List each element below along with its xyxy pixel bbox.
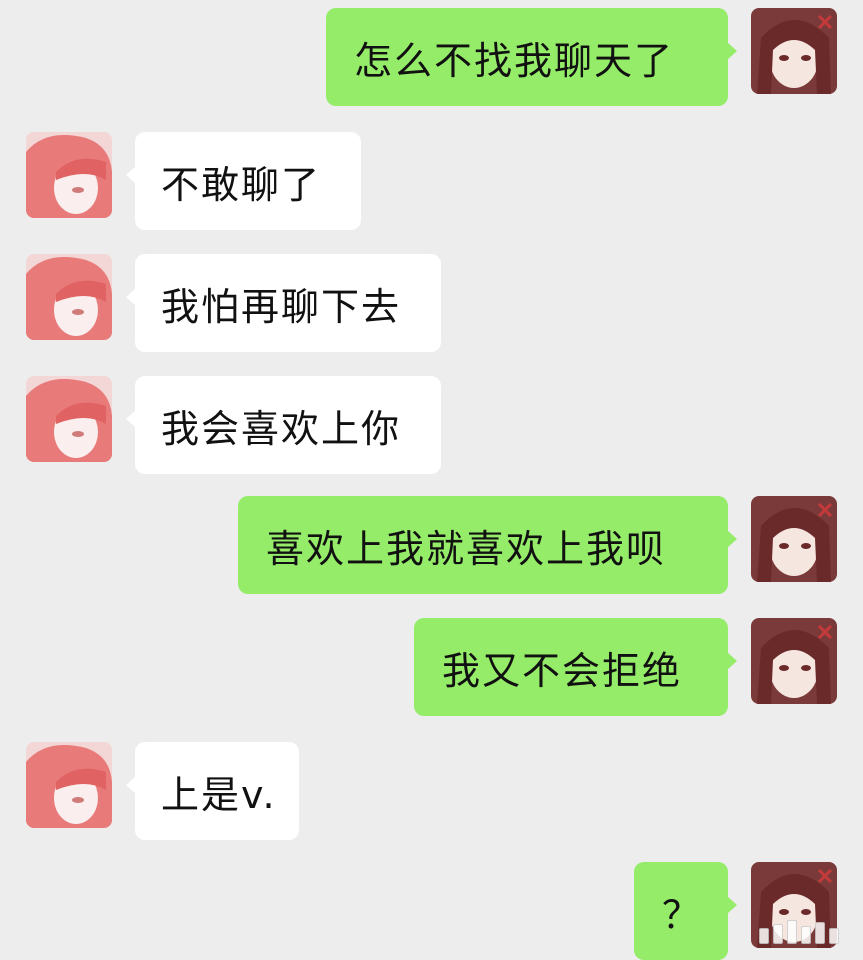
message-text: 我会喜欢上你: [161, 406, 402, 451]
message-text: 喜欢上我就喜欢上我呗: [266, 526, 667, 571]
other-avatar-icon[interactable]: [26, 376, 112, 462]
message-bubble-self[interactable]: 我又不会拒绝: [414, 618, 737, 716]
message-text: 怎么不找我聊天了: [354, 38, 675, 83]
message-bubble-other[interactable]: 我会喜欢上你: [126, 376, 441, 474]
message-bubble-self[interactable]: 怎么不找我聊天了: [326, 8, 737, 106]
watermark-icon: [759, 920, 839, 944]
self-avatar-icon[interactable]: [751, 496, 837, 582]
message-bubble-other[interactable]: 上是v.: [126, 742, 299, 840]
message-text: 我怕再聊下去: [161, 284, 402, 329]
self-avatar-icon[interactable]: [751, 618, 837, 704]
message-bubble-other[interactable]: 我怕再聊下去: [126, 254, 441, 352]
message-bubble-self[interactable]: ？: [634, 862, 737, 960]
message-text: 上是v.: [161, 772, 277, 817]
other-avatar-icon[interactable]: [26, 254, 112, 340]
other-avatar-icon[interactable]: [26, 132, 112, 218]
message-text: 不敢聊了: [161, 162, 322, 207]
message-text: 我又不会拒绝: [442, 648, 683, 693]
chat-area: 怎么不找我聊天了 不敢聊了 我怕再聊下去 我会喜欢上你 喜欢上我就喜欢上我呗 我…: [0, 0, 863, 960]
message-text: ？: [662, 892, 703, 937]
other-avatar-icon[interactable]: [26, 742, 112, 828]
message-bubble-other[interactable]: 不敢聊了: [126, 132, 361, 230]
message-bubble-self[interactable]: 喜欢上我就喜欢上我呗: [238, 496, 737, 594]
self-avatar-icon[interactable]: [751, 8, 837, 94]
